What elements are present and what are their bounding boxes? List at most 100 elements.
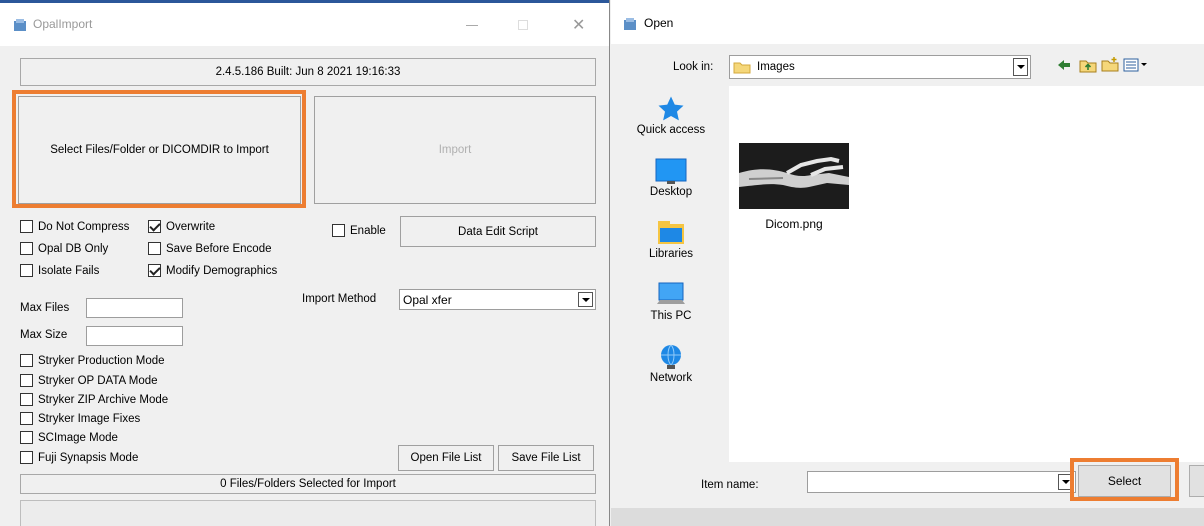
folder-icon	[733, 62, 751, 74]
new-folder-icon[interactable]	[1101, 56, 1119, 72]
minimize-icon[interactable]	[466, 25, 478, 26]
stryker-production-mode-box[interactable]	[20, 354, 33, 367]
do-not-compress-checkbox[interactable]: Do Not Compress	[20, 220, 129, 233]
item-name-input[interactable]	[807, 471, 1076, 493]
stryker-op-data-mode-box[interactable]	[20, 374, 33, 387]
desktop-icon	[655, 158, 687, 184]
status-bar: 0 Files/Folders Selected for Import	[20, 474, 596, 494]
save-before-encode-label: Save Before Encode	[166, 242, 272, 255]
max-size-label: Max Size	[20, 329, 68, 341]
look-in-label: Look in:	[673, 61, 714, 73]
nav-this-pc[interactable]: This PC	[621, 280, 721, 322]
overwrite-label: Overwrite	[166, 220, 216, 233]
stryker-zip-archive-mode-checkbox[interactable]: Stryker ZIP Archive Mode	[20, 393, 168, 406]
select-button-highlight	[1070, 458, 1179, 501]
import-method-label: Import Method	[302, 293, 377, 305]
import-method-select[interactable]: Opal xfer	[399, 289, 596, 310]
open-file-list-button[interactable]: Open File List	[398, 445, 494, 471]
fuji-synapsis-mode-box[interactable]	[20, 451, 33, 464]
close-icon[interactable]: ✕	[572, 15, 585, 35]
look-in-select[interactable]: Images	[729, 55, 1031, 79]
cancel-button-partial[interactable]	[1189, 465, 1204, 497]
open-dialog: Open Look in: Images Quick access Deskto…	[611, 0, 1204, 526]
isolate-fails-box[interactable]	[20, 264, 33, 277]
libraries-icon	[658, 221, 684, 244]
nav-desktop[interactable]: Desktop	[621, 156, 721, 198]
nav-this-pc-label: This PC	[650, 310, 692, 322]
dialog-icon	[623, 17, 637, 31]
up-folder-icon[interactable]	[1079, 57, 1097, 73]
data-edit-script-button[interactable]: Data Edit Script	[400, 216, 596, 247]
max-files-input[interactable]	[86, 298, 183, 318]
stryker-image-fixes-label: Stryker Image Fixes	[38, 412, 141, 425]
back-icon[interactable]	[1056, 58, 1072, 72]
look-in-value: Images	[757, 61, 795, 73]
overwrite-box[interactable]	[148, 220, 161, 233]
scimage-mode-checkbox[interactable]: SCImage Mode	[20, 431, 118, 444]
fuji-synapsis-mode-label: Fuji Synapsis Mode	[38, 451, 139, 464]
open-title-bar: Open	[611, 0, 1204, 44]
nav-libraries-label: Libraries	[648, 248, 694, 260]
app-icon	[13, 18, 27, 32]
import-button[interactable]: Import	[314, 96, 596, 204]
open-dialog-title: Open	[644, 16, 674, 30]
nav-network-label: Network	[649, 372, 693, 384]
stryker-zip-archive-mode-label: Stryker ZIP Archive Mode	[38, 393, 169, 406]
enable-label: Enable	[350, 224, 386, 237]
save-before-encode-box[interactable]	[148, 242, 161, 255]
max-files-label: Max Files	[20, 302, 70, 314]
log-area	[20, 500, 596, 526]
stryker-zip-archive-mode-box[interactable]	[20, 393, 33, 406]
scimage-mode-box[interactable]	[20, 431, 33, 444]
save-before-encode-checkbox[interactable]: Save Before Encode	[148, 242, 272, 255]
isolate-fails-checkbox[interactable]: Isolate Fails	[20, 264, 99, 277]
nav-quick-access[interactable]: Quick access	[621, 94, 721, 136]
opal-title-bar: OpalImport ✕	[0, 0, 609, 46]
select-files-highlight	[12, 90, 306, 208]
view-menu-icon[interactable]	[1123, 58, 1149, 72]
dialog-bottom-strip	[611, 508, 1204, 526]
modify-demographics-label: Modify Demographics	[166, 264, 278, 277]
stryker-op-data-mode-checkbox[interactable]: Stryker OP DATA Mode	[20, 374, 158, 387]
version-bar: 2.4.5.186 Built: Jun 8 2021 19:16:33	[20, 58, 596, 86]
nav-libraries[interactable]: Libraries	[621, 218, 721, 260]
maximize-icon[interactable]	[518, 20, 528, 30]
file-item[interactable]: Dicom.png	[739, 143, 849, 233]
stryker-production-mode-label: Stryker Production Mode	[38, 354, 165, 367]
max-size-input[interactable]	[86, 326, 183, 346]
file-list-pane[interactable]: Dicom.png	[729, 86, 1204, 462]
modify-demographics-checkbox[interactable]: Modify Demographics	[148, 264, 277, 277]
file-name: Dicom.png	[765, 217, 823, 231]
nav-network[interactable]: Network	[621, 342, 721, 384]
opal-db-only-checkbox[interactable]: Opal DB Only	[20, 242, 108, 255]
quick-access-star-icon	[658, 96, 684, 121]
overwrite-checkbox[interactable]: Overwrite	[148, 220, 215, 233]
enable-checkbox[interactable]: Enable	[332, 224, 386, 237]
modify-demographics-box[interactable]	[148, 264, 161, 277]
chevron-down-icon[interactable]	[578, 292, 593, 307]
opal-import-window: OpalImport ✕ 2.4.5.186 Built: Jun 8 2021…	[0, 0, 610, 526]
chevron-down-icon[interactable]	[1013, 58, 1028, 76]
nav-desktop-label: Desktop	[649, 186, 693, 198]
save-file-list-button[interactable]: Save File List	[498, 445, 594, 471]
scimage-mode-label: SCImage Mode	[38, 431, 118, 444]
xray-thumbnail	[739, 143, 849, 209]
enable-box[interactable]	[332, 224, 345, 237]
stryker-image-fixes-box[interactable]	[20, 412, 33, 425]
this-pc-icon	[657, 282, 685, 304]
stryker-image-fixes-checkbox[interactable]: Stryker Image Fixes	[20, 412, 140, 425]
places-bar: Quick access Desktop Libraries This PC N…	[621, 86, 725, 462]
stryker-production-mode-checkbox[interactable]: Stryker Production Mode	[20, 354, 165, 367]
fuji-synapsis-mode-checkbox[interactable]: Fuji Synapsis Mode	[20, 451, 138, 464]
nav-quick-access-label: Quick access	[636, 124, 706, 136]
opal-db-only-label: Opal DB Only	[38, 242, 109, 255]
opal-window-title: OpalImport	[33, 17, 93, 31]
item-name-label: Item name:	[701, 479, 759, 491]
do-not-compress-label: Do Not Compress	[38, 220, 130, 233]
import-method-value: Opal xfer	[403, 292, 452, 307]
stryker-op-data-mode-label: Stryker OP DATA Mode	[38, 374, 158, 387]
do-not-compress-box[interactable]	[20, 220, 33, 233]
opal-db-only-box[interactable]	[20, 242, 33, 255]
network-icon	[661, 344, 681, 369]
isolate-fails-label: Isolate Fails	[38, 264, 100, 277]
